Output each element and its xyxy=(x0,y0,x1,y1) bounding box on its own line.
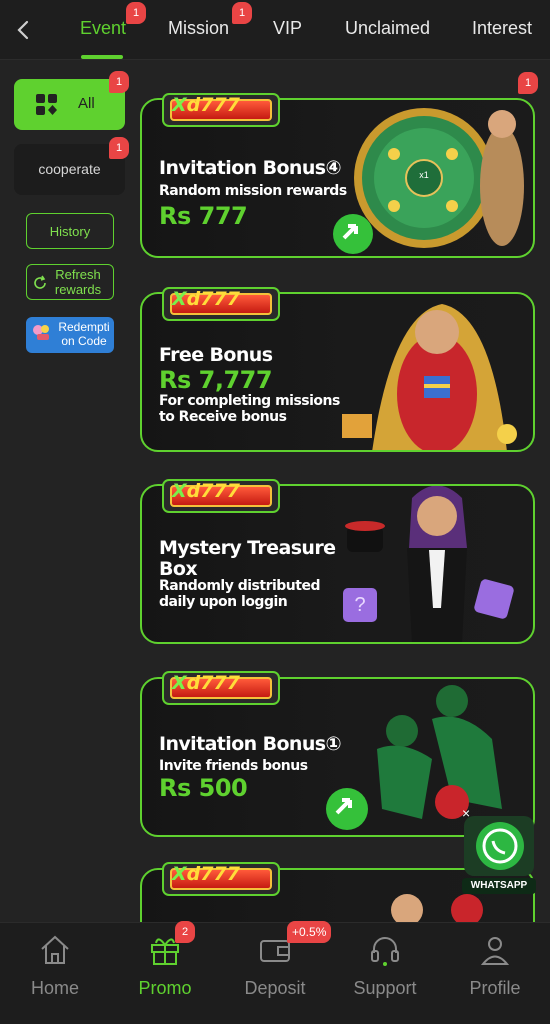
nav-home-label: Home xyxy=(30,978,79,998)
redemption-code-label: Redempti on Code xyxy=(58,320,110,348)
xd777-logo: Xd777 xyxy=(162,287,280,321)
nav-profile-label: Profile xyxy=(469,978,521,998)
promotions-screen: Event 1 Mission 1 VIP Unclaimed Interest… xyxy=(0,0,550,1024)
tab-event-badge: 1 xyxy=(126,2,146,24)
card-amount: Rs 777 xyxy=(159,202,248,230)
close-icon[interactable]: × xyxy=(462,806,476,820)
card-subtitle: For completing missions to Receive bonus xyxy=(159,393,340,425)
category-grid-icon xyxy=(36,94,57,115)
nav-profile[interactable]: Profile xyxy=(440,923,550,1024)
card-title: Free Bonus xyxy=(159,344,273,366)
card-title: Invitation Bonus④ xyxy=(159,157,342,179)
xd777-logo: Xd777 xyxy=(162,479,280,513)
nav-deposit-label: Deposit xyxy=(244,978,306,998)
history-button[interactable]: History xyxy=(26,213,114,249)
sidebar-item-cooperate-label: cooperate xyxy=(38,161,101,177)
redemption-code-button[interactable]: Redempti on Code xyxy=(26,317,114,353)
xd777-logo: Xd777 xyxy=(162,671,280,705)
xd777-logo: Xd777 xyxy=(162,93,280,127)
person-icon xyxy=(480,937,510,965)
magician-woman-illustration: ? xyxy=(343,486,514,642)
sidebar-all-badge: 1 xyxy=(109,71,129,93)
tab-vip[interactable]: VIP xyxy=(273,18,302,39)
nav-support-label: Support xyxy=(353,978,417,998)
lucky-wheel-illustration: x1 xyxy=(333,108,524,254)
card-amount: Rs 500 xyxy=(159,774,248,802)
svg-text:?: ? xyxy=(354,594,365,616)
headset-icon xyxy=(371,937,399,966)
card-subtitle: Invite friends bonus xyxy=(159,758,308,774)
xd777-logo: Xd777 xyxy=(162,862,280,896)
sidebar-item-all-label: All xyxy=(78,95,95,112)
active-tab-indicator xyxy=(81,55,123,59)
nav-deposit-badge: +0.5% xyxy=(287,921,332,943)
tab-mission[interactable]: Mission xyxy=(168,18,229,39)
nav-support[interactable]: Support xyxy=(330,923,440,1024)
card-subtitle: Randomly distributed daily upon loggin xyxy=(159,578,320,610)
svg-text:x1: x1 xyxy=(419,170,429,180)
card-title: Invitation Bonus① xyxy=(159,733,342,755)
whatsapp-label: WHATSAPP xyxy=(470,880,528,891)
back-arrow-icon[interactable] xyxy=(14,18,34,42)
tab-event[interactable]: Event xyxy=(80,18,126,39)
bottom-navigation: Home Promo 2 Deposit +0.5% Support Profi… xyxy=(0,921,550,1024)
nav-home[interactable]: Home xyxy=(0,923,110,1024)
whatsapp-float-button[interactable]: × WHATSAPP xyxy=(462,806,540,898)
card-amount: Rs 7,777 xyxy=(159,366,273,394)
tab-unclaimed[interactable]: Unclaimed xyxy=(345,18,430,39)
card-subtitle: Random mission rewards xyxy=(159,183,347,199)
card-title: Mystery Treasure Box xyxy=(159,537,336,580)
refresh-rewards-button[interactable]: Refresh rewards xyxy=(26,264,114,300)
nav-promo[interactable]: Promo xyxy=(110,923,220,1024)
woman-with-gifts-illustration xyxy=(342,304,517,450)
refresh-icon xyxy=(34,275,46,289)
sidebar-cooperate-badge: 1 xyxy=(109,137,129,159)
top-tab-bar: Event 1 Mission 1 VIP Unclaimed Interest xyxy=(0,0,550,60)
refresh-rewards-label: Refresh rewards xyxy=(54,267,102,297)
nav-promo-badge: 2 xyxy=(175,921,195,943)
tab-mission-badge: 1 xyxy=(232,2,252,24)
home-icon xyxy=(41,935,69,964)
nav-promo-label: Promo xyxy=(138,978,192,998)
tab-interest[interactable]: Interest xyxy=(472,18,532,39)
flower-gift-icon xyxy=(33,325,49,340)
card-1-badge: 1 xyxy=(518,72,538,94)
